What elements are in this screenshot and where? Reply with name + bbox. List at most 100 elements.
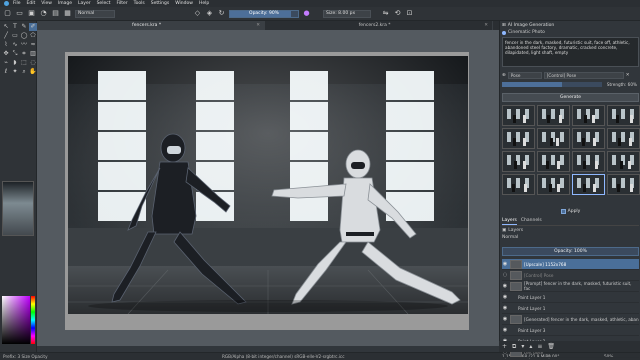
visibility-eye-icon[interactable]: ◉ (502, 316, 508, 322)
add-layer-icon[interactable]: + (502, 343, 507, 350)
color-selector-square[interactable] (2, 296, 30, 344)
eraser-icon[interactable]: ◇ (193, 9, 202, 18)
layer-row[interactable]: ◉ [Prompt] fencer in the dark, masked, fu… (502, 281, 639, 292)
result-thumbnail[interactable] (502, 151, 535, 172)
polyline-tool-icon[interactable]: ⌇ (2, 41, 10, 49)
menu-window[interactable]: Window (175, 1, 193, 6)
prompt-input[interactable]: fencer in the dark, masked, futuristic s… (502, 37, 639, 67)
generate-button[interactable]: Generate (502, 93, 639, 102)
result-thumbnail[interactable] (537, 128, 570, 149)
visibility-eye-icon[interactable]: ◉ (502, 261, 508, 267)
move-tool-icon[interactable]: ✥ (2, 50, 10, 58)
layer-row[interactable]: ◉ Paint Layer 3 (502, 325, 639, 336)
tab-channels[interactable]: Channels (521, 218, 542, 225)
reload-preset-icon[interactable]: ↻ (217, 9, 226, 18)
layer-opacity-slider[interactable]: Opacity: 100% (502, 247, 639, 256)
add-control-icon[interactable]: ⊕ (502, 73, 506, 78)
menu-layer[interactable]: Layer (78, 1, 91, 6)
hue-slider[interactable] (31, 296, 35, 344)
visibility-eye-icon[interactable]: ◉ (502, 305, 508, 311)
menu-edit[interactable]: Edit (27, 1, 36, 6)
blend-mode-select[interactable]: Normal (75, 9, 115, 18)
magic-wand-icon[interactable]: ✦ (11, 68, 19, 76)
zoom-tool-icon[interactable]: ⌕ (20, 68, 28, 76)
result-thumbnail[interactable] (607, 128, 640, 149)
wrap-around-icon[interactable]: ⟲ (393, 9, 402, 18)
result-thumbnail[interactable] (572, 105, 605, 126)
apply-button[interactable]: Apply (568, 209, 581, 214)
remove-control-icon[interactable]: ✕ (626, 73, 630, 78)
opacity-slider[interactable]: Opacity: 90% (229, 9, 299, 18)
brush-size-slider[interactable]: Size: 8.00 px (323, 9, 371, 18)
visibility-eye-icon[interactable]: ◉ (502, 283, 508, 289)
color-swatch-icon[interactable]: ● (302, 9, 311, 18)
layer-row[interactable]: ◉ Paint Layer 1 (502, 303, 639, 314)
lasso-select-icon[interactable]: ℓ (2, 68, 10, 76)
apply-checkmark-icon[interactable] (560, 208, 566, 214)
transform-tool-icon[interactable]: ⤡ (11, 50, 19, 58)
freehand-path-icon[interactable]: 〰 (20, 41, 28, 49)
menu-view[interactable]: View (41, 1, 52, 6)
result-thumbnail[interactable] (502, 174, 535, 195)
duplicate-layer-icon[interactable]: ⧉ (512, 343, 516, 351)
visibility-eye-icon[interactable]: ◉ (502, 294, 508, 300)
preserve-alpha-icon[interactable]: ◈ (205, 9, 214, 18)
menu-select[interactable]: Select (97, 1, 111, 6)
close-icon[interactable]: ✕ (256, 21, 260, 30)
menu-file[interactable]: File (13, 1, 21, 6)
control-layer-select[interactable]: [Control] Pose (543, 71, 624, 79)
layers-lock-icon[interactable]: ▣ (502, 228, 506, 233)
ellipse-tool-icon[interactable]: ◯ (20, 32, 28, 40)
delete-layer-icon[interactable]: 🗑 (547, 343, 555, 350)
crop-tool-icon[interactable]: ⌗ (20, 50, 28, 58)
close-icon[interactable]: ✕ (484, 21, 488, 30)
dynamic-brush-icon[interactable]: ≈ (29, 41, 37, 49)
result-thumbnail[interactable] (607, 105, 640, 126)
result-thumbnail[interactable] (502, 128, 535, 149)
lock-icon[interactable]: ⊡ (405, 9, 414, 18)
polygon-tool-icon[interactable]: ⬠ (29, 32, 37, 40)
layer-properties-icon[interactable]: ≡ (537, 343, 542, 350)
ellipse-select-icon[interactable]: ◌ (29, 59, 37, 67)
strength-slider[interactable] (502, 82, 602, 87)
result-thumbnail[interactable] (572, 151, 605, 172)
gradient-tool-icon[interactable]: ▥ (29, 50, 37, 58)
menu-settings[interactable]: Settings (151, 1, 169, 6)
rect-select-icon[interactable]: ⬚ (20, 59, 28, 67)
menu-tools[interactable]: Tools (134, 1, 145, 6)
move-layer-up-icon[interactable]: ▴ (529, 343, 532, 350)
visibility-eye-icon[interactable]: ◌ (502, 272, 508, 278)
style-select[interactable]: Cinematic Photo (502, 29, 639, 36)
mirror-horizontal-icon[interactable]: ⇋ (381, 9, 390, 18)
gradient-icon[interactable]: ▤ (51, 9, 60, 18)
overview-thumbnail[interactable] (2, 181, 34, 236)
result-thumbnail[interactable] (537, 105, 570, 126)
layer-row[interactable]: ◌ [Control] Pose (502, 270, 639, 281)
freehand-brush-icon[interactable]: ✐ (29, 23, 37, 31)
canvas-image[interactable] (68, 56, 468, 314)
layer-row[interactable]: ◉ Paint Layer 1 (502, 292, 639, 303)
tab-layers[interactable]: Layers (502, 218, 517, 225)
visibility-eye-icon[interactable]: ◉ (502, 327, 508, 333)
move-layer-down-icon[interactable]: ▾ (521, 343, 524, 350)
pan-tool-icon[interactable]: ✋ (29, 68, 37, 76)
line-tool-icon[interactable]: ╱ (2, 32, 10, 40)
rectangle-tool-icon[interactable]: ▭ (11, 32, 19, 40)
result-thumbnail[interactable] (607, 174, 640, 195)
brush-preset-icon[interactable]: ◔ (39, 9, 48, 18)
menu-help[interactable]: Help (199, 1, 209, 6)
result-thumbnail[interactable] (607, 151, 640, 172)
edit-shapes-icon[interactable]: ✎ (20, 23, 28, 31)
result-thumbnail[interactable] (537, 174, 570, 195)
pattern-icon[interactable]: ▦ (63, 9, 72, 18)
layer-row[interactable]: ◉ [Upscale] 1152x768 (502, 259, 639, 270)
eyedropper-icon[interactable]: ⌁ (2, 59, 10, 67)
result-thumbnail[interactable] (572, 128, 605, 149)
result-thumbnail[interactable] (502, 105, 535, 126)
result-thumbnail-selected[interactable] (572, 174, 605, 195)
open-folder-icon[interactable]: ▭ (15, 9, 24, 18)
fill-tool-icon[interactable]: ◗ (11, 59, 19, 67)
tab-fencers[interactable]: fencers.kra * ✕ (37, 21, 265, 30)
new-document-icon[interactable]: ▢ (3, 9, 12, 18)
control-mode-select[interactable]: Pose (507, 71, 542, 79)
